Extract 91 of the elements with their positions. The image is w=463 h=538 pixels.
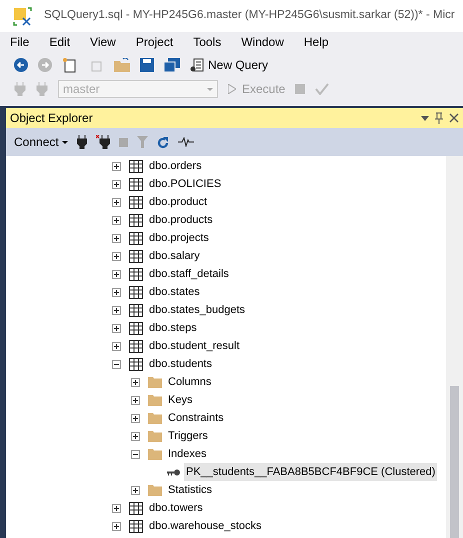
expand-icon[interactable]: [112, 252, 121, 260]
back-icon[interactable]: [14, 58, 28, 72]
table-icon: [129, 250, 143, 262]
query-icon: [190, 58, 204, 72]
tree-item[interactable]: dbo.product: [147, 193, 210, 211]
tree-item[interactable]: dbo.salary: [147, 247, 202, 265]
tree-item[interactable]: dbo.states: [147, 283, 202, 301]
new-query-button[interactable]: New Query: [190, 56, 268, 74]
panel-title: Object Explorer: [10, 110, 93, 127]
save-all-icon[interactable]: [164, 58, 180, 72]
menu-item[interactable]: Project: [136, 33, 174, 51]
expand-icon[interactable]: [112, 270, 121, 278]
scrollbar[interactable]: [446, 156, 463, 538]
tree-item[interactable]: dbo.towers: [147, 499, 205, 517]
connect-button[interactable]: Connect: [14, 133, 68, 151]
expand-icon[interactable]: [131, 396, 140, 404]
table-icon: [129, 214, 143, 226]
table-icon: [129, 358, 143, 370]
folder-icon: [148, 394, 162, 406]
expand-icon[interactable]: [131, 414, 140, 422]
menu-item[interactable]: Edit: [49, 33, 70, 51]
tree-item[interactable]: Statistics: [166, 481, 214, 499]
disconnect-icon[interactable]: [96, 135, 110, 149]
expand-icon[interactable]: [131, 432, 140, 440]
table-icon: [129, 160, 143, 172]
app-logo-icon: [12, 6, 32, 26]
activity-monitor-icon[interactable]: [178, 137, 194, 147]
folder-icon: [148, 484, 162, 496]
table-icon: [129, 286, 143, 298]
folder-icon: [148, 376, 162, 388]
folder-icon: [148, 412, 162, 424]
expand-icon[interactable]: [112, 342, 121, 350]
tree-item[interactable]: Columns: [166, 373, 214, 391]
expand-icon[interactable]: [112, 162, 121, 170]
expand-icon[interactable]: [112, 180, 121, 188]
expand-icon[interactable]: [112, 288, 121, 296]
menu-item[interactable]: Tools: [193, 33, 222, 51]
expand-icon[interactable]: [112, 306, 121, 314]
tree-item[interactable]: Triggers: [166, 427, 210, 445]
table-icon: [129, 340, 143, 352]
tree-item[interactable]: PK__students__FABA8B5BCF4BF9CE (Clustered): [184, 463, 438, 481]
expand-icon[interactable]: [112, 234, 121, 242]
expand-icon[interactable]: [112, 324, 121, 332]
tree-item[interactable]: dbo.steps: [147, 319, 199, 337]
tree-item[interactable]: dbo.students: [147, 355, 214, 373]
expand-icon[interactable]: [112, 198, 121, 206]
folder-icon[interactable]: [114, 58, 130, 72]
collapse-icon[interactable]: [131, 450, 140, 458]
folder-icon: [148, 448, 162, 460]
tree-item[interactable]: Constraints: [166, 409, 226, 427]
collapse-icon[interactable]: [112, 360, 121, 368]
menu-item[interactable]: File: [10, 33, 30, 51]
table-icon: [129, 196, 143, 208]
expand-icon[interactable]: [131, 378, 140, 386]
menu-item[interactable]: Help: [304, 33, 329, 51]
table-icon: [129, 502, 143, 514]
tree-item[interactable]: dbo.orders: [147, 157, 204, 175]
dropdown-icon[interactable]: [421, 116, 429, 120]
expand-icon[interactable]: [112, 522, 121, 530]
table-icon: [129, 520, 143, 532]
play-icon: [228, 84, 236, 94]
pin-icon[interactable]: [435, 112, 443, 124]
expand-icon[interactable]: [112, 504, 121, 512]
tree-item[interactable]: dbo.POLICIES: [147, 175, 224, 193]
refresh-icon[interactable]: [156, 136, 169, 148]
tree-item[interactable]: dbo.student_result: [147, 337, 242, 355]
tree-item[interactable]: dbo.products: [147, 211, 215, 229]
tree-item[interactable]: dbo.warehouse_stocks: [147, 517, 264, 535]
window-title: SQLQuery1.sql - MY-HP245G6.master (MY-HP245G6\susmit.sarkar (52))* - Micr: [44, 8, 455, 24]
scrollbar-thumb[interactable]: [450, 386, 459, 538]
tree-item[interactable]: dbo.projects: [147, 229, 211, 247]
plug-icon[interactable]: [76, 135, 87, 149]
table-icon: [129, 304, 143, 316]
tree-item[interactable]: Indexes: [166, 445, 209, 463]
table-icon: [129, 268, 143, 280]
folder-icon: [148, 430, 162, 442]
menu-item[interactable]: Window: [241, 33, 284, 51]
expand-icon[interactable]: [131, 486, 140, 494]
new-file-icon[interactable]: [62, 57, 78, 73]
expand-icon[interactable]: [112, 216, 121, 224]
close-icon[interactable]: [449, 113, 459, 123]
table-icon: [129, 232, 143, 244]
tree-item[interactable]: dbo.staff_details: [147, 265, 231, 283]
tree-item[interactable]: Keys: [166, 391, 194, 409]
table-icon: [129, 178, 143, 190]
menu-item[interactable]: View: [90, 33, 116, 51]
key-icon: [167, 468, 180, 476]
save-icon[interactable]: [140, 58, 154, 72]
checkmark-icon[interactable]: [315, 83, 330, 95]
table-icon: [129, 322, 143, 334]
tree-item[interactable]: dbo.states_budgets: [147, 301, 248, 319]
